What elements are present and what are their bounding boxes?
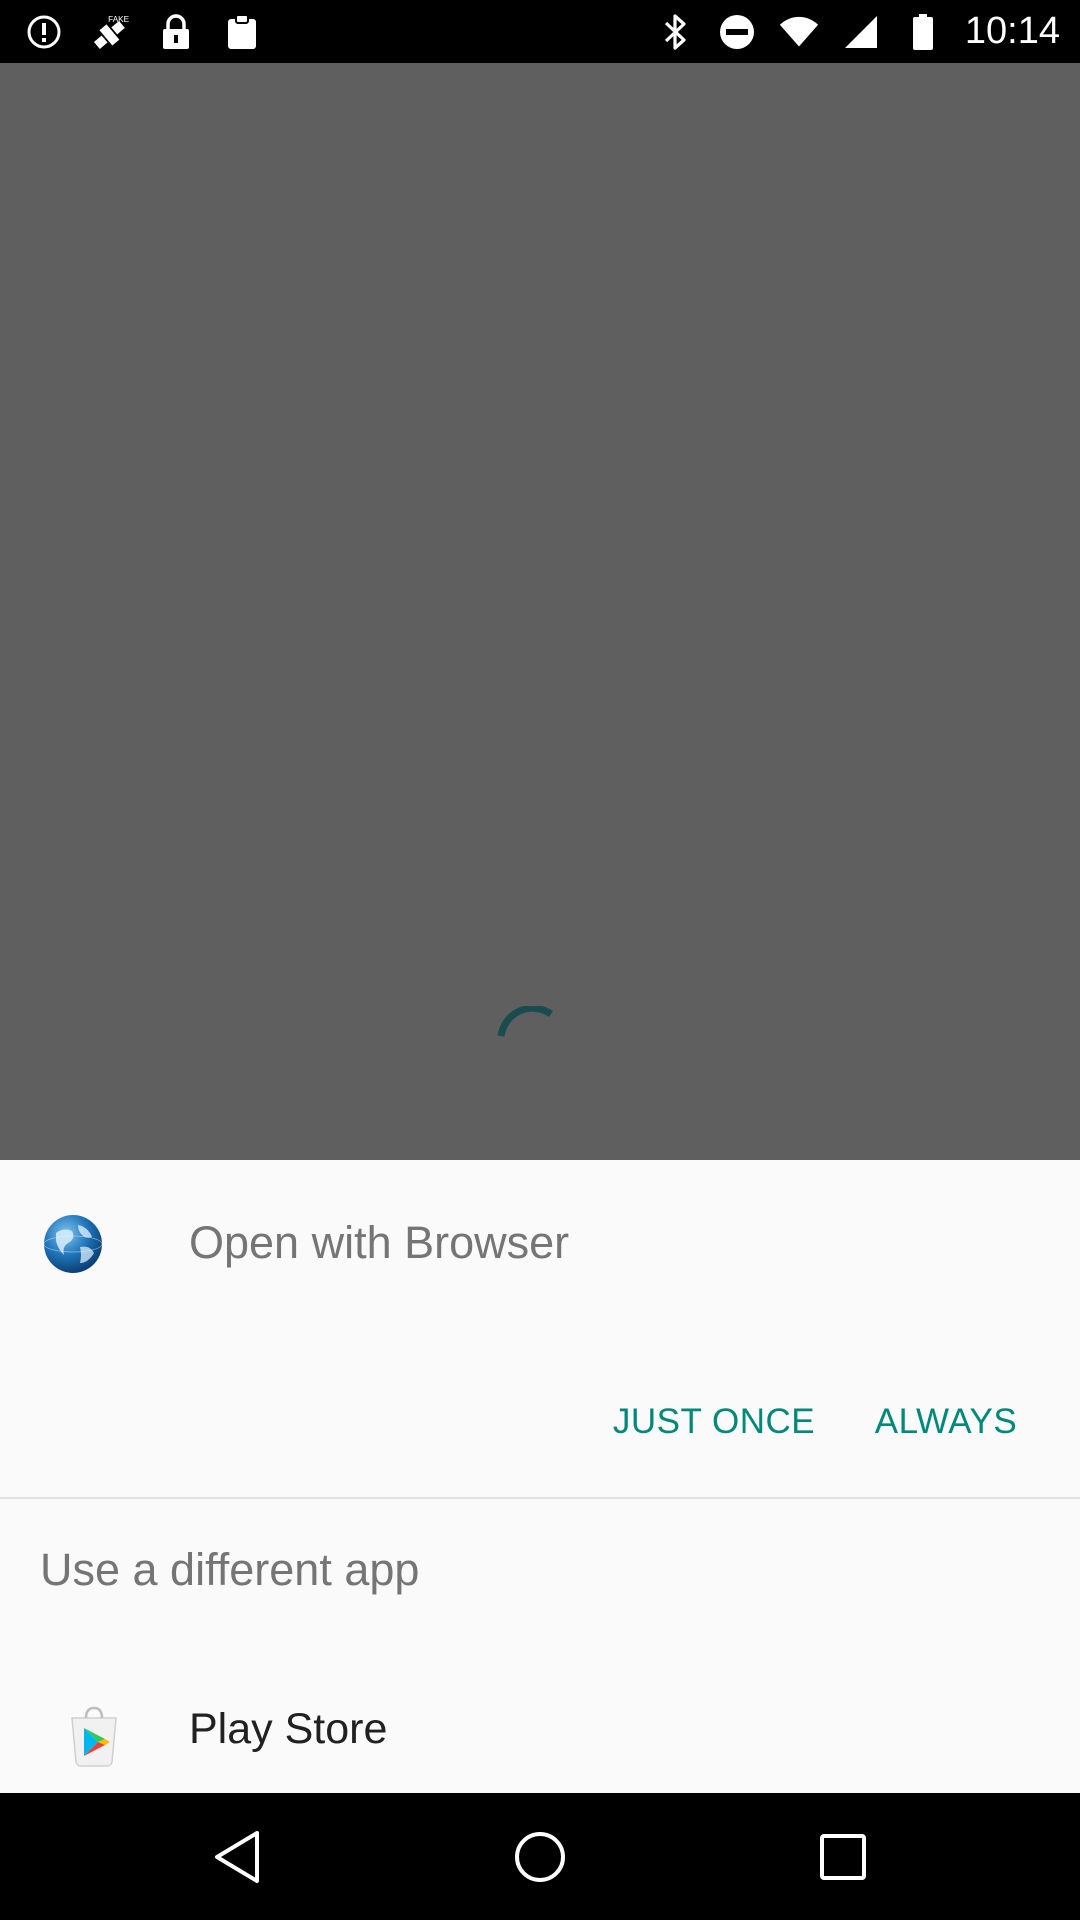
recents-button[interactable]	[803, 1817, 883, 1897]
chooser-title: Open with Browser	[189, 1217, 570, 1268]
loading-spinner	[497, 1006, 553, 1037]
screen: FAKE 10:14 Open with Browser JUST ONCE A…	[0, 0, 1080, 1920]
home-icon	[515, 1832, 565, 1882]
clipboard-icon	[222, 12, 262, 52]
status-left-icons: FAKE	[24, 0, 262, 63]
bluetooth-icon	[655, 12, 695, 52]
recents-icon	[820, 1834, 866, 1880]
battery-icon	[903, 12, 943, 52]
divider	[0, 1497, 1080, 1499]
clock: 10:14	[964, 10, 1060, 52]
app-option-play-store[interactable]: Play Store	[0, 1680, 1080, 1780]
alert-circle-icon	[24, 12, 64, 52]
status-bar: FAKE 10:14	[0, 0, 1080, 63]
home-button[interactable]	[500, 1817, 580, 1897]
always-button[interactable]: ALWAYS	[862, 1382, 1030, 1462]
do-not-disturb-icon	[717, 12, 757, 52]
dimmed-app-background[interactable]	[0, 63, 1080, 1160]
signal-icon	[841, 12, 881, 52]
just-once-button[interactable]: JUST ONCE	[598, 1382, 830, 1462]
use-different-app-label: Use a different app	[40, 1544, 420, 1595]
fake-badge: FAKE	[108, 15, 129, 24]
fake-gps-icon: FAKE	[90, 12, 130, 52]
back-icon	[215, 1831, 259, 1883]
chooser-header: Open with Browser JUST ONCE ALWAYS	[0, 1160, 1080, 1498]
lock-icon	[156, 12, 196, 52]
status-right-icons: 10:14	[655, 0, 1060, 63]
app-chooser-sheet: Open with Browser JUST ONCE ALWAYS Use a…	[0, 1160, 1080, 1793]
back-button[interactable]	[197, 1817, 277, 1897]
globe-browser-icon	[43, 1215, 103, 1273]
play-store-icon	[71, 1706, 117, 1767]
wifi-icon	[779, 12, 819, 52]
navigation-bar	[0, 1793, 1080, 1920]
app-name-play-store: Play Store	[189, 1705, 388, 1753]
